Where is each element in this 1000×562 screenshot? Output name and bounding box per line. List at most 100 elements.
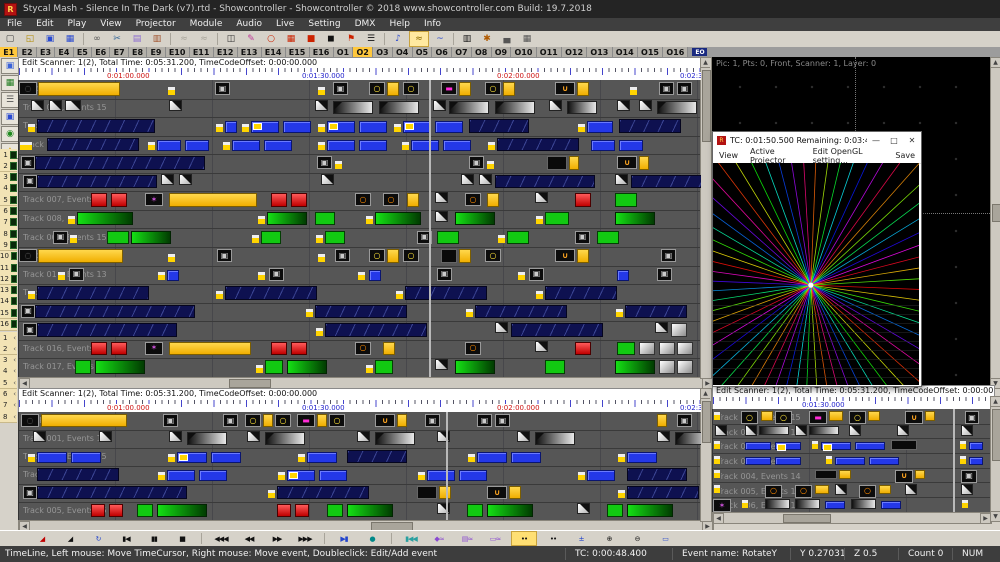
timeline-event-GR[interactable]	[287, 360, 327, 374]
timeline-event-ym[interactable]	[741, 499, 749, 509]
tab-O7[interactable]: O7	[452, 47, 472, 57]
timeline-event-Y[interactable]	[925, 411, 935, 421]
timeline-event-B[interactable]	[199, 470, 227, 481]
menu-file[interactable]: File	[0, 18, 29, 31]
timeline-event-R[interactable]	[271, 193, 287, 207]
timeline-event-By[interactable]	[327, 121, 355, 133]
timeline-event-B[interactable]	[427, 470, 455, 481]
timeline-event-B[interactable]	[71, 452, 101, 463]
timeline-event-F[interactable]	[639, 100, 652, 111]
timeline-event-F[interactable]	[535, 341, 548, 352]
timeline-event-ym[interactable]	[713, 411, 721, 421]
timeline-event-ym[interactable]	[297, 453, 306, 463]
timeline-event-Y[interactable]	[387, 249, 399, 263]
timeline-event-ym[interactable]	[315, 234, 324, 244]
menu-audio[interactable]: Audio	[229, 18, 269, 31]
track-row[interactable]: Track 008, Events 13	[19, 210, 701, 230]
timeline-event-C[interactable]: ○	[849, 411, 866, 424]
timeline-event-U[interactable]: ∪	[905, 411, 923, 424]
track-row[interactable]: Track 000, Events 15◌▣▣○○▬○∪▣▣▣▣	[19, 412, 701, 431]
timeline-event-I[interactable]: ▣	[495, 414, 510, 427]
timeline-event-C[interactable]: ○	[741, 411, 758, 424]
wave-all-button[interactable]: ▤≈	[455, 532, 479, 545]
timeline-event-GR[interactable]	[455, 212, 495, 226]
timeline-event-I[interactable]: ▣	[477, 414, 492, 427]
timeline-event-I[interactable]: ▣	[317, 156, 332, 169]
timeline-event-B[interactable]	[511, 452, 541, 463]
timeline-event-B[interactable]	[969, 457, 983, 465]
timeline-event-N[interactable]	[37, 486, 187, 499]
timeline-event-F[interactable]	[849, 425, 861, 436]
timeline-event-Co[interactable]: ○	[383, 193, 399, 206]
timeline-event-N[interactable]	[347, 450, 407, 463]
timeline-event-ym[interactable]	[27, 290, 36, 300]
track-row[interactable]: Track 002, Events 15	[713, 438, 991, 454]
timeline-event-F[interactable]	[905, 484, 917, 495]
save-icon[interactable]: ▣	[41, 32, 59, 46]
timeline-event-ym[interactable]	[167, 86, 176, 96]
track-select-14[interactable]: 14	[0, 296, 17, 308]
scroll-left-icon[interactable]: ◀	[713, 513, 724, 524]
track-select-11[interactable]: 11	[0, 262, 17, 274]
wave-b-icon[interactable]: ≈	[195, 32, 213, 46]
timeline-event-ym[interactable]	[69, 234, 78, 244]
timeline-event-Y[interactable]	[38, 82, 120, 96]
tab-E9[interactable]: E9	[147, 47, 165, 57]
timeline-event-Y[interactable]	[639, 156, 649, 170]
timeline-event-F[interactable]	[65, 100, 81, 111]
timeline-event-ym[interactable]	[629, 86, 638, 96]
timeline-event-Gf[interactable]	[375, 432, 415, 445]
dmx-icon[interactable]: ✱	[478, 32, 496, 46]
timeline-event-I[interactable]: ▣	[217, 249, 232, 262]
minimize-icon[interactable]: —	[867, 136, 885, 145]
preview-menu-edit-opengl-setting-[interactable]: Edit OpenGL setting...	[807, 147, 890, 165]
track-row[interactable]: Track 010, Events 15◌▣▣○○○∪▣	[19, 247, 701, 267]
timeline-event-B[interactable]	[211, 452, 241, 463]
track-select-5[interactable]: 5	[0, 194, 17, 206]
timeline-event-P[interactable]: ▬	[441, 82, 457, 95]
timeline-event-C[interactable]: ○	[369, 82, 385, 95]
scroll-up-icon[interactable]: ▲	[701, 389, 710, 399]
display-icon[interactable]: ◼	[322, 32, 340, 46]
rewind-fast-button[interactable]: ◀◀◀	[209, 532, 233, 545]
timeline-event-ym[interactable]	[167, 453, 176, 463]
tab-E14[interactable]: E14	[262, 47, 286, 57]
timeline-event-GR[interactable]	[455, 360, 495, 374]
cut-icon[interactable]: ✂	[108, 32, 126, 46]
timeline-top-vscrollbar[interactable]: ▲	[700, 57, 712, 379]
time-cursor[interactable]	[953, 409, 955, 512]
timeline-event-ym[interactable]	[167, 253, 176, 263]
laser-preview-window[interactable]: R TC: 0:01:50.500 Remaining: 0:03:40.700…	[712, 131, 922, 387]
timeline-event-I[interactable]: ▣	[69, 268, 84, 281]
timeline-event-B[interactable]	[37, 452, 67, 463]
timeline-event-ym[interactable]	[615, 308, 624, 318]
tab-O14[interactable]: O14	[613, 47, 638, 57]
timeline-event-W[interactable]	[659, 360, 675, 374]
tab-E11[interactable]: E11	[190, 47, 214, 57]
timeline-event-B[interactable]	[307, 452, 337, 463]
timeline-event-G[interactable]	[567, 101, 597, 115]
timeline-event-dot[interactable]: ◌	[21, 414, 39, 427]
timeline-event-N[interactable]	[315, 305, 407, 319]
timeline-bottom-vscrollbar[interactable]: ▲	[700, 388, 712, 522]
new-icon[interactable]: ▢	[1, 32, 19, 46]
loop-button[interactable]: ↻	[86, 532, 110, 545]
timeline-event-M[interactable]: ✶	[145, 342, 163, 355]
marker-in-button[interactable]: ◢	[30, 532, 54, 545]
record-button[interactable]: ●	[360, 532, 384, 545]
timeline-event-K[interactable]	[441, 249, 457, 263]
timeline-event-Gr2[interactable]	[615, 193, 637, 207]
track-row[interactable]: Track 004, Events 14∪▣	[713, 468, 991, 484]
timeline-event-N[interactable]	[495, 175, 595, 189]
timeline-event-ym[interactable]	[317, 123, 326, 133]
timeline-event-F[interactable]	[897, 425, 909, 436]
timeline-event-B[interactable]	[855, 442, 885, 450]
timeline-event-U[interactable]: ∪	[555, 249, 575, 262]
timeline-event-R[interactable]	[91, 504, 105, 517]
timeline-event-Gr2[interactable]	[607, 504, 623, 517]
timeline-event-Gr2[interactable]	[325, 231, 345, 245]
timeline-event-B[interactable]	[835, 457, 865, 465]
timeline-event-B[interactable]	[477, 452, 507, 463]
timeline-event-I[interactable]: ▣	[335, 249, 350, 262]
timeline-event-N[interactable]	[511, 323, 603, 337]
